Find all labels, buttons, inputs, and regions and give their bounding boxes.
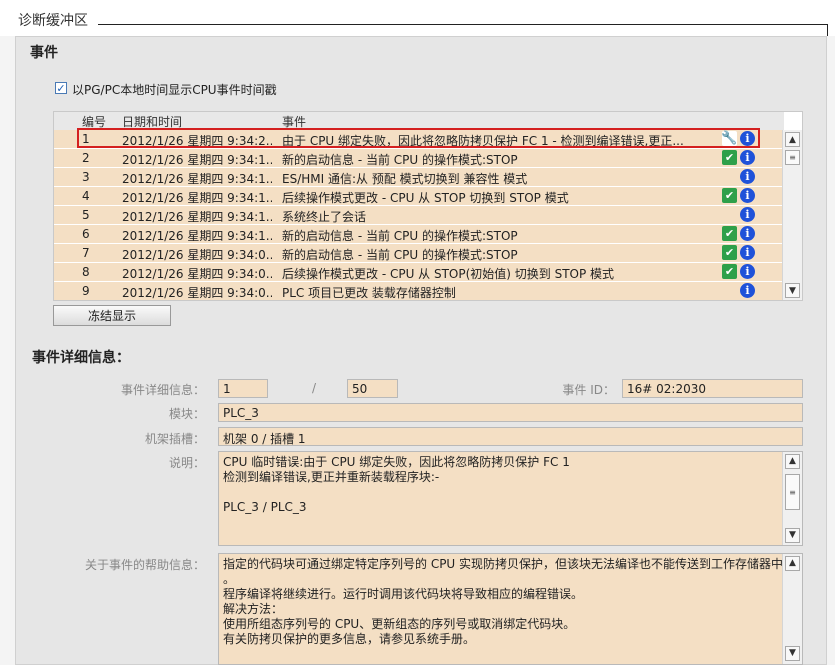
help-area[interactable]: 指定的代码块可通过绑定特定序列号的 CPU 实现防拷贝保护，但该块无法编译也不能… (218, 553, 803, 665)
table-row[interactable]: 7 2012/1/26 星期四 9:34:0... 新的启动信息 - 当前 CPU … (54, 244, 784, 263)
module-label: 模块： (168, 407, 205, 421)
description-scrollbar[interactable]: ▲ ≡ ▼ (782, 452, 802, 545)
scroll-up-icon[interactable]: ▲ (785, 132, 800, 147)
details-section-title: 事件详细信息： (32, 350, 130, 366)
description-line: CPU 临时错误:由于 CPU 绑定失败，因此将忽略防拷贝保护 FC 1 (223, 455, 570, 469)
info-icon: i (740, 283, 755, 298)
row-number: 7 (82, 246, 90, 260)
row-datetime: 2012/1/26 星期四 9:34:0... (122, 248, 272, 262)
row-number: 5 (82, 208, 90, 222)
event-id-label: 事件 ID： (562, 383, 615, 397)
row-event: 系统终止了会话 (282, 210, 367, 224)
info-icon: i (740, 169, 755, 184)
row-event: 新的启动信息 - 当前 CPU 的操作模式:STOP (282, 229, 518, 243)
detail-separator: / (312, 381, 317, 395)
module-field: PLC_3 (218, 403, 803, 422)
local-time-checkbox-label: 以PG/PC本地时间显示CPU事件时间戳 (72, 83, 277, 97)
event-id-field: 16# 02:2030 (622, 379, 803, 398)
help-line: 有关防拷贝保护的更多信息，请参见系统手册。 (223, 632, 476, 646)
selected-row-highlight (77, 128, 760, 148)
info-icon: i (740, 264, 755, 279)
row-datetime: 2012/1/26 星期四 9:34:1... (122, 229, 272, 243)
detail-index-field[interactable]: 1 (218, 379, 268, 398)
row-event: ES/HMI 通信:从 预配 模式切换到 兼容性 模式 (282, 172, 528, 186)
window-title: 诊断缓冲区 (18, 13, 88, 29)
help-line: 使用所组态序列号的 CPU、更新组态的序列号或取消绑定代码块。 (223, 617, 576, 631)
check-icon: ✔ (722, 188, 737, 203)
row-datetime: 2012/1/26 星期四 9:34:1... (122, 210, 272, 224)
scroll-up-icon[interactable]: ▲ (785, 454, 800, 469)
detail-total-field: 50 (347, 379, 398, 398)
check-icon: ✔ (722, 226, 737, 241)
check-icon: ✔ (722, 245, 737, 260)
detail-label: 事件详细信息： (120, 383, 205, 397)
row-datetime: 2012/1/26 星期四 9:34:1... (122, 191, 272, 205)
row-number: 9 (82, 284, 90, 298)
description-line: PLC_3 / PLC_3 (223, 500, 307, 514)
table-body: 1 2012/1/26 星期四 9:34:2... 由于 CPU 绑定失败，因此将忽… (54, 130, 784, 300)
row-datetime: 2012/1/26 星期四 9:34:0... (122, 267, 272, 281)
info-icon: i (740, 207, 755, 222)
scroll-down-icon[interactable]: ▼ (785, 283, 800, 298)
description-line: 检测到编译错误,更正并重新装载程序块:- (223, 470, 440, 484)
row-event: 新的启动信息 - 当前 CPU 的操作模式:STOP (282, 248, 518, 262)
scroll-up-icon[interactable]: ▲ (785, 556, 800, 571)
row-number: 6 (82, 227, 90, 241)
help-line: 。 (223, 572, 236, 586)
help-line: 指定的代码块可通过绑定特定序列号的 CPU 实现防拷贝保护，但该块无法编译也不能… (223, 557, 784, 571)
freeze-display-button[interactable]: 冻结显示 (53, 305, 171, 326)
local-time-checkbox[interactable]: ✓ (55, 82, 67, 94)
row-event: 后续操作模式更改 - CPU 从 STOP 切换到 STOP 模式 (282, 191, 569, 205)
rack-slot-field: 机架 0 / 插槽 1 (218, 427, 803, 446)
scroll-thumb[interactable]: ≡ (785, 150, 800, 165)
scroll-thumb[interactable]: ≡ (785, 474, 800, 510)
row-event: 新的启动信息 - 当前 CPU 的操作模式:STOP (282, 153, 518, 167)
table-row[interactable]: 3 2012/1/26 星期四 9:34:1... ES/HMI 通信:从 预配 模… (54, 168, 784, 187)
description-line (223, 485, 798, 500)
info-icon: i (740, 226, 755, 241)
help-label: 关于事件的帮助信息： (84, 558, 205, 572)
description-label: 说明： (168, 456, 205, 470)
table-row[interactable]: 9 2012/1/26 星期四 9:34:0... PLC 项目已更改 装载存储器控… (54, 282, 784, 300)
scroll-down-icon[interactable]: ▼ (785, 528, 800, 543)
row-number: 2 (82, 151, 90, 165)
info-icon: i (740, 150, 755, 165)
events-section-title: 事件 (30, 45, 58, 61)
row-number: 4 (82, 189, 90, 203)
row-event: 后续操作模式更改 - CPU 从 STOP(初始值) 切换到 STOP 模式 (282, 267, 615, 281)
check-icon: ✔ (722, 150, 737, 165)
row-number: 3 (82, 170, 90, 184)
table-row[interactable]: 6 2012/1/26 星期四 9:34:1... 新的启动信息 - 当前 CPU … (54, 225, 784, 244)
rack-slot-label: 机架插槽： (144, 432, 205, 446)
row-event: PLC 项目已更改 装载存储器控制 (282, 286, 456, 300)
check-icon: ✔ (722, 264, 737, 279)
help-line: 解决方法： (223, 602, 284, 616)
checkmark-icon: ✓ (56, 81, 66, 95)
help-line: 程序编译将继续进行。运行时调用该代码块将导致相应的编程错误。 (223, 587, 584, 601)
description-area[interactable]: CPU 临时错误:由于 CPU 绑定失败，因此将忽略防拷贝保护 FC 1 检测到… (218, 451, 803, 546)
table-scrollbar[interactable]: ▲ ≡ ▼ (782, 130, 802, 300)
row-datetime: 2012/1/26 星期四 9:34:1... (122, 172, 272, 186)
scroll-down-icon[interactable]: ▼ (785, 646, 800, 661)
table-row[interactable]: 4 2012/1/26 星期四 9:34:1... 后续操作模式更改 - CPU 从… (54, 187, 784, 206)
table-row[interactable]: 2 2012/1/26 星期四 9:34:1... 新的启动信息 - 当前 CPU … (54, 149, 784, 168)
table-row[interactable]: 5 2012/1/26 星期四 9:34:1... 系统终止了会话 i (54, 206, 784, 225)
info-icon: i (740, 245, 755, 260)
title-bar (0, 0, 835, 36)
info-icon: i (740, 188, 755, 203)
table-row[interactable]: 8 2012/1/26 星期四 9:34:0... 后续操作模式更改 - CPU 从… (54, 263, 784, 282)
title-divider (98, 24, 827, 25)
row-datetime: 2012/1/26 星期四 9:34:0... (122, 286, 272, 300)
title-edge (827, 24, 828, 36)
row-number: 8 (82, 265, 90, 279)
row-datetime: 2012/1/26 星期四 9:34:1... (122, 153, 272, 167)
help-scrollbar[interactable]: ▲ ▼ (782, 554, 802, 664)
